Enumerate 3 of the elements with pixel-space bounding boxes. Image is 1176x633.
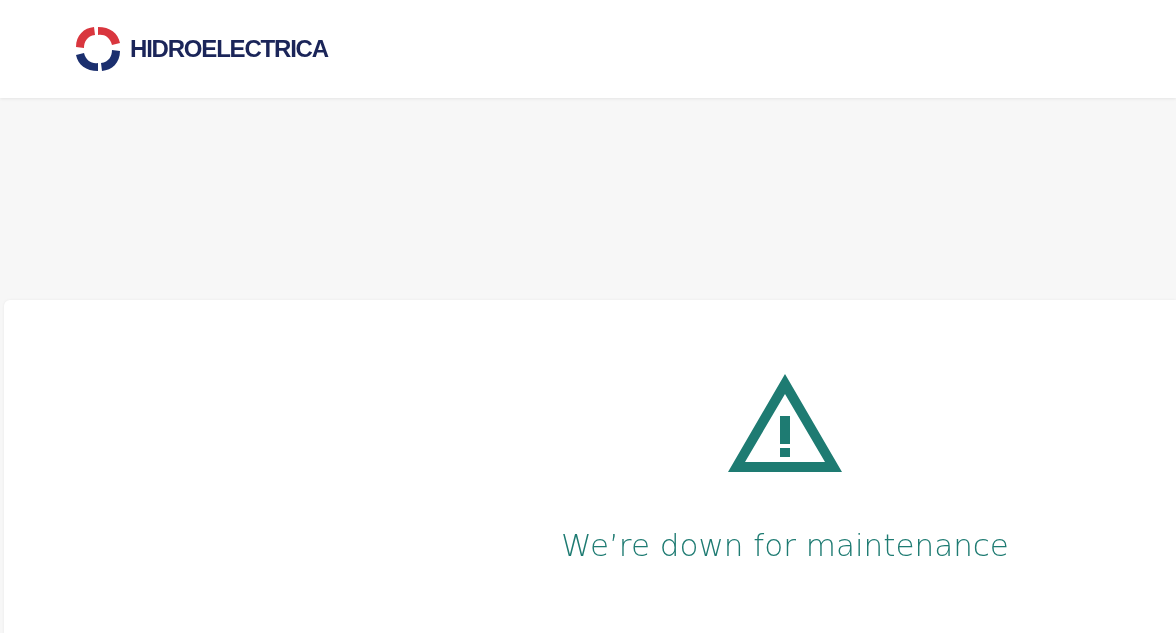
logo-text: HIDROELECTRICA bbox=[130, 34, 328, 64]
warning-icon bbox=[726, 372, 844, 474]
maintenance-message: We’re down for maintenance bbox=[561, 526, 1009, 565]
